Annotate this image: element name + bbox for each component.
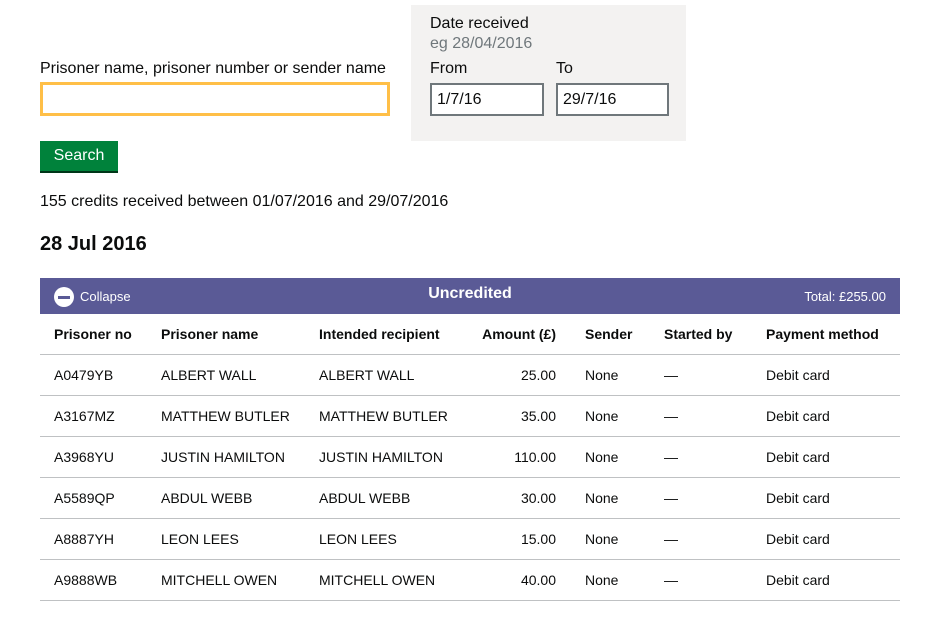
cell-amount: 40.00: [469, 559, 585, 601]
cell-started-by: —: [664, 436, 766, 478]
col-amount: Amount (£): [469, 314, 585, 355]
cell-prisoner-no: A3968YU: [40, 436, 161, 478]
date-received-label: Date received: [430, 15, 529, 32]
cell-recipient: MITCHELL OWEN: [319, 559, 469, 601]
table-row[interactable]: A3167MZ MATTHEW BUTLER MATTHEW BUTLER 35…: [40, 395, 900, 437]
col-prisoner-no: Prisoner no: [40, 314, 161, 355]
cell-amount: 25.00: [469, 354, 585, 396]
cell-recipient: MATTHEW BUTLER: [319, 395, 469, 437]
cell-prisoner-name: LEON LEES: [161, 518, 319, 560]
cell-payment-method: Debit card: [766, 436, 900, 478]
from-label: From: [430, 60, 468, 77]
cell-amount: 15.00: [469, 518, 585, 560]
to-date-input[interactable]: [556, 83, 669, 116]
cell-prisoner-no: A5589QP: [40, 477, 161, 519]
cell-sender: None: [585, 436, 664, 478]
cell-sender: None: [585, 518, 664, 560]
results-summary: 155 credits received between 01/07/2016 …: [40, 193, 449, 210]
cell-prisoner-no: A8887YH: [40, 518, 161, 560]
cell-payment-method: Debit card: [766, 477, 900, 519]
cell-prisoner-name: MITCHELL OWEN: [161, 559, 319, 601]
cell-amount: 35.00: [469, 395, 585, 437]
col-started-by: Started by: [664, 314, 766, 355]
cell-prisoner-no: A9888WB: [40, 559, 161, 601]
cell-recipient: JUSTIN HAMILTON: [319, 436, 469, 478]
cell-recipient: LEON LEES: [319, 518, 469, 560]
cell-started-by: —: [664, 518, 766, 560]
group-header-bar: Collapse Uncredited Total: £255.00: [40, 278, 900, 314]
col-sender: Sender: [585, 314, 664, 355]
cell-payment-method: Debit card: [766, 518, 900, 560]
cell-sender: None: [585, 559, 664, 601]
cell-amount: 110.00: [469, 436, 585, 478]
cell-started-by: —: [664, 477, 766, 519]
cell-amount: 30.00: [469, 477, 585, 519]
search-input[interactable]: [40, 82, 390, 116]
table-row[interactable]: A9888WB MITCHELL OWEN MITCHELL OWEN 40.0…: [40, 559, 900, 601]
col-prisoner-name: Prisoner name: [161, 314, 319, 355]
cell-started-by: —: [664, 559, 766, 601]
cell-payment-method: Debit card: [766, 395, 900, 437]
cell-sender: None: [585, 477, 664, 519]
col-intended-recipient: Intended recipient: [319, 314, 469, 355]
search-button[interactable]: Search: [40, 141, 118, 171]
cell-payment-method: Debit card: [766, 354, 900, 396]
cell-prisoner-name: ABDUL WEBB: [161, 477, 319, 519]
col-payment-method: Payment method: [766, 314, 900, 355]
cell-prisoner-name: JUSTIN HAMILTON: [161, 436, 319, 478]
cell-sender: None: [585, 395, 664, 437]
credits-table: Prisoner no Prisoner name Intended recip…: [40, 314, 900, 601]
from-date-input[interactable]: [430, 83, 544, 116]
date-heading: 28 Jul 2016: [40, 233, 147, 255]
table-row[interactable]: A0479YB ALBERT WALL ALBERT WALL 25.00 No…: [40, 354, 900, 396]
cell-prisoner-no: A0479YB: [40, 354, 161, 396]
table-header-row: Prisoner no Prisoner name Intended recip…: [40, 314, 900, 355]
search-label: Prisoner name, prisoner number or sender…: [40, 60, 386, 77]
group-total: Total: £255.00: [804, 289, 886, 304]
date-hint: eg 28/04/2016: [430, 35, 533, 52]
cell-started-by: —: [664, 354, 766, 396]
group-status: Uncredited: [428, 285, 512, 302]
cell-prisoner-name: MATTHEW BUTLER: [161, 395, 319, 437]
table-row[interactable]: A5589QP ABDUL WEBB ABDUL WEBB 30.00 None…: [40, 477, 900, 519]
table-row[interactable]: A8887YH LEON LEES LEON LEES 15.00 None —…: [40, 518, 900, 560]
table-row[interactable]: A3968YU JUSTIN HAMILTON JUSTIN HAMILTON …: [40, 436, 900, 478]
cell-prisoner-name: ALBERT WALL: [161, 354, 319, 396]
cell-sender: None: [585, 354, 664, 396]
to-label: To: [556, 60, 573, 77]
cell-prisoner-no: A3167MZ: [40, 395, 161, 437]
cell-started-by: —: [664, 395, 766, 437]
cell-recipient: ABDUL WEBB: [319, 477, 469, 519]
cell-payment-method: Debit card: [766, 559, 900, 601]
cell-recipient: ALBERT WALL: [319, 354, 469, 396]
